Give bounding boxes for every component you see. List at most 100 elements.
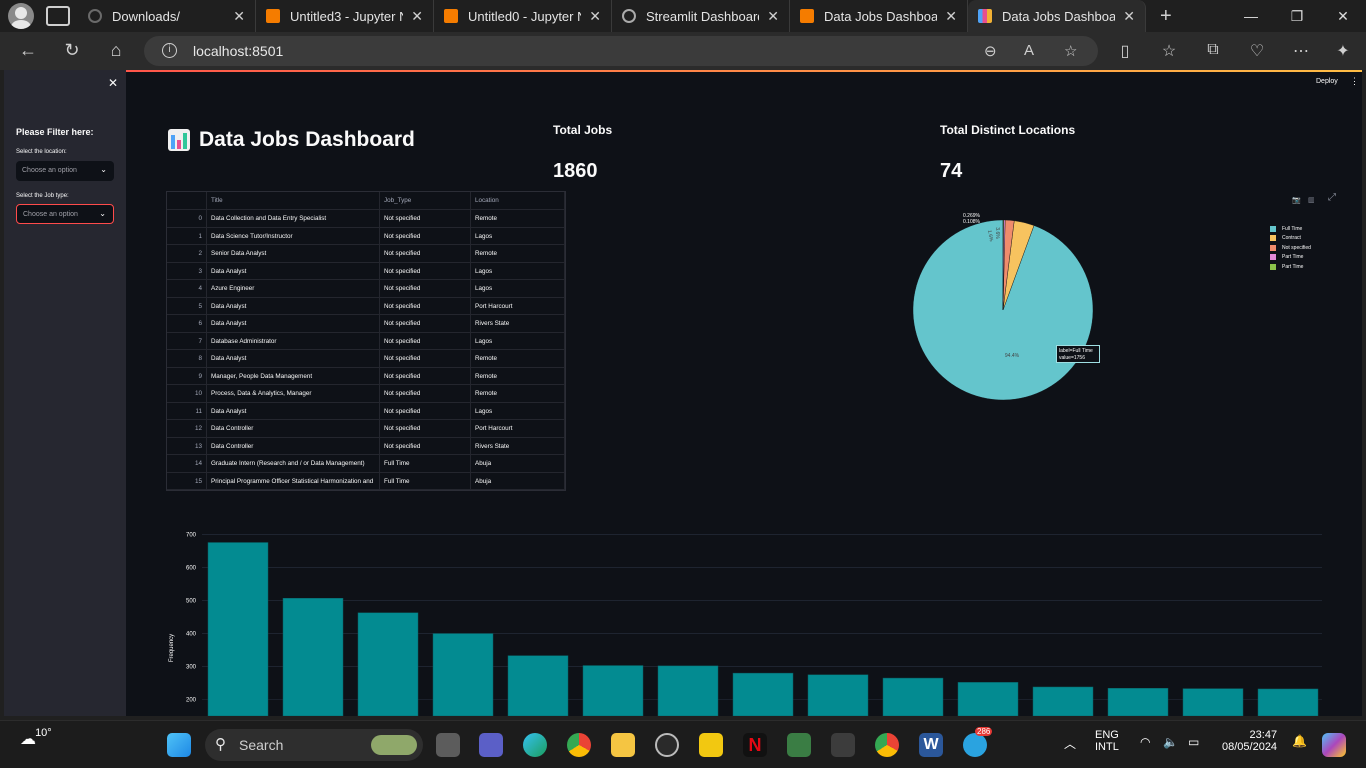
table-row[interactable]: 10 Process, Data & Analytics, Manager Not … <box>167 385 565 403</box>
column-header[interactable] <box>167 192 207 210</box>
word-icon[interactable]: W <box>919 733 943 757</box>
back-icon[interactable]: ← <box>16 40 40 61</box>
taskbar-search[interactable]: ⚲ Search <box>205 729 423 761</box>
url-field[interactable]: i localhost:8501 ⊖ A ☆ <box>144 36 1098 66</box>
bar[interactable] <box>1182 688 1244 716</box>
browser-tab[interactable]: Data Jobs Dashboard ✕ <box>790 0 968 32</box>
bar[interactable] <box>282 598 344 716</box>
plotly-logo-icon[interactable]: ▥ <box>1308 196 1315 204</box>
jobs-dataframe[interactable]: Title Job_Type Location 0 Data Collection an… <box>166 191 566 491</box>
location-select[interactable]: Choose an option ⌄ <box>16 161 114 181</box>
fullscreen-icon[interactable]: ⤢ <box>1328 192 1336 203</box>
profile-avatar[interactable] <box>8 3 34 29</box>
table-row[interactable]: 14 Graduate Intern (Research and / or Dat… <box>167 455 565 473</box>
table-row[interactable]: 6 Data Analyst Not specified Rivers State <box>167 315 565 333</box>
table-row[interactable]: 7 Database Administrator Not specified Lago… <box>167 332 565 350</box>
browser-tab[interactable]: Untitled0 - Jupyter N ✕ <box>434 0 612 32</box>
table-row[interactable]: 11 Data Analyst Not specified Lagos <box>167 402 565 420</box>
chrome-icon[interactable] <box>567 733 591 757</box>
volume-icon[interactable]: 🔈 <box>1163 735 1178 749</box>
notifications-bell-icon[interactable]: 🔔 <box>1292 734 1307 748</box>
table-row[interactable]: 8 Data Analyst Not specified Remote <box>167 350 565 368</box>
bar[interactable] <box>1032 686 1094 716</box>
copilot-taskbar-icon[interactable] <box>1322 733 1346 757</box>
collections-icon[interactable]: ⧉ <box>1202 41 1224 59</box>
reload-icon[interactable]: ↻ <box>60 40 84 61</box>
legend-item[interactable]: Part Time <box>1270 262 1311 272</box>
legend-item[interactable]: Full Time <box>1270 224 1311 234</box>
copilot-icon[interactable]: ✦ <box>1332 41 1354 61</box>
file-explorer-icon[interactable] <box>611 733 635 757</box>
bar[interactable] <box>807 674 869 716</box>
read-aloud-icon[interactable]: A <box>1024 42 1034 59</box>
tab-actions-icon[interactable] <box>46 6 70 26</box>
column-header[interactable]: Job_Type <box>380 192 471 210</box>
table-row[interactable]: 3 Data Analyst Not specified Lagos <box>167 262 565 280</box>
favorites-icon[interactable]: ☆ <box>1158 41 1180 61</box>
tab-close-icon[interactable]: ✕ <box>945 8 957 25</box>
terminal-icon[interactable] <box>831 733 855 757</box>
tab-close-icon[interactable]: ✕ <box>1123 8 1135 25</box>
netflix-icon[interactable]: N <box>743 733 767 757</box>
weather-widget[interactable]: ☁ 10° <box>20 727 56 749</box>
snipping-tool-icon[interactable] <box>787 733 811 757</box>
more-menu-icon[interactable]: ⋯ <box>1290 41 1312 61</box>
table-row[interactable]: 0 Data Collection and Data Entry Speciali… <box>167 210 565 228</box>
media-player-icon[interactable] <box>655 733 679 757</box>
bar[interactable] <box>357 612 419 716</box>
zoom-out-icon[interactable]: ⊖ <box>984 42 997 60</box>
task-view-icon[interactable] <box>436 733 460 757</box>
browser-tab-active[interactable]: Data Jobs Dashboard ✕ <box>968 0 1146 32</box>
bar[interactable] <box>582 665 644 716</box>
browser-tab[interactable]: Untitled3 - Jupyter N ✕ <box>256 0 434 32</box>
table-row[interactable]: 15 Principal Programme Officer Statistica… <box>167 472 565 490</box>
browser-tab[interactable]: Downloads/ ✕ <box>78 0 256 32</box>
table-row[interactable]: 4 Azure Engineer Not specified Lagos <box>167 280 565 298</box>
edge-icon[interactable] <box>523 733 547 757</box>
table-header-row[interactable]: Title Job_Type Location <box>167 192 565 210</box>
legend-item[interactable]: Contract <box>1270 234 1311 244</box>
telegram-icon[interactable]: 286 <box>963 727 993 757</box>
bar[interactable] <box>432 633 494 716</box>
bar[interactable] <box>657 665 719 716</box>
restore-icon[interactable]: ❐ <box>1274 0 1320 32</box>
table-row[interactable]: 12 Data Controller Not specified Port Harco… <box>167 420 565 438</box>
legend-item[interactable]: Not specified <box>1270 243 1311 253</box>
language-indicator[interactable]: ENG INTL <box>1095 729 1119 753</box>
battery-icon[interactable]: ▭ <box>1188 735 1199 749</box>
bar[interactable] <box>882 677 944 716</box>
tab-close-icon[interactable]: ✕ <box>589 8 601 25</box>
column-header[interactable]: Title <box>207 192 380 210</box>
deploy-button[interactable]: Deploy <box>1316 78 1338 85</box>
bar[interactable] <box>1107 688 1169 716</box>
browser-tab[interactable]: Streamlit Dashboard ✕ <box>612 0 790 32</box>
column-header[interactable]: Location <box>471 192 565 210</box>
show-hidden-icons-icon[interactable]: ︿ <box>1064 735 1076 752</box>
start-windows-icon[interactable] <box>167 733 191 757</box>
power-bi-icon[interactable] <box>699 733 723 757</box>
home-icon[interactable]: ⌂ <box>104 40 128 61</box>
bar[interactable] <box>507 655 569 716</box>
browser-essentials-icon[interactable]: ♡ <box>1246 41 1268 61</box>
legend-item[interactable]: Part Time <box>1270 253 1311 263</box>
table-row[interactable]: 9 Manager, People Data Management Not spec… <box>167 367 565 385</box>
new-tab-icon[interactable]: + <box>1160 5 1172 28</box>
table-row[interactable]: 2 Senior Data Analyst Not specified Remote <box>167 245 565 263</box>
site-info-icon[interactable]: i <box>162 43 177 58</box>
wifi-icon[interactable]: ◠ <box>1140 735 1150 749</box>
table-row[interactable]: 5 Data Analyst Not specified Port Harcourt <box>167 297 565 315</box>
teams-icon[interactable] <box>479 733 503 757</box>
sidebar-close-icon[interactable]: ✕ <box>108 76 118 90</box>
tab-close-icon[interactable]: ✕ <box>411 8 423 25</box>
bar[interactable] <box>957 682 1019 716</box>
jobtype-select[interactable]: Choose an option ⌄ <box>16 204 114 224</box>
camera-icon[interactable]: 📷 <box>1292 196 1301 204</box>
chrome-profile-icon[interactable] <box>875 733 899 757</box>
favorite-star-icon[interactable]: ☆ <box>1064 42 1077 60</box>
clock[interactable]: 23:47 08/05/2024 <box>1222 729 1277 753</box>
tab-close-icon[interactable]: ✕ <box>233 8 245 25</box>
main-menu-icon[interactable]: ⋮ <box>1350 76 1359 87</box>
window-close-icon[interactable]: ✕ <box>1320 0 1366 32</box>
minimize-icon[interactable]: — <box>1228 0 1274 32</box>
table-row[interactable]: 1 Data Science Tutor/Instructor Not specif… <box>167 227 565 245</box>
